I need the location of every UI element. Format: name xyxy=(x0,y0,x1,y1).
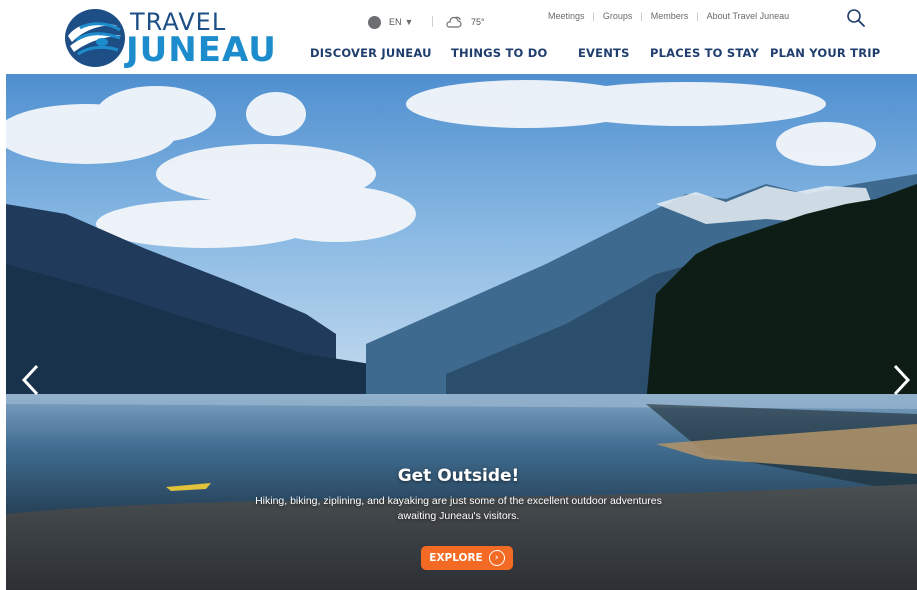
arrow-circle-icon: › xyxy=(488,550,505,566)
nav-places-to-stay[interactable]: PLACES TO STAY xyxy=(650,46,759,60)
explore-button[interactable]: EXPLORE › xyxy=(421,546,513,570)
link-members[interactable]: Members xyxy=(651,11,689,21)
nav-things-to-do[interactable]: THINGS TO DO xyxy=(451,46,547,60)
language-selector[interactable]: EN ▼ xyxy=(368,12,413,32)
nav-discover-juneau[interactable]: DISCOVER JUNEAU xyxy=(310,46,432,60)
temperature-label: 75° xyxy=(471,17,485,27)
link-separator: | xyxy=(640,11,643,21)
weather-widget: 75° xyxy=(446,12,485,32)
nav-events[interactable]: EVENTS xyxy=(578,46,630,60)
nav-plan-your-trip[interactable]: PLAN YOUR TRIP xyxy=(770,46,880,60)
link-about[interactable]: About Travel Juneau xyxy=(707,11,790,21)
hero-description: Hiking, biking, ziplining, and kayaking … xyxy=(255,495,662,522)
link-groups[interactable]: Groups xyxy=(603,11,633,21)
language-label: EN xyxy=(389,17,402,27)
hero-title: Get Outside! xyxy=(397,466,520,486)
hero-caption: Get Outside! Hiking, biking, ziplining, … xyxy=(0,466,917,524)
chevron-left-icon[interactable] xyxy=(20,364,42,396)
search-icon[interactable] xyxy=(846,8,866,28)
chevron-right-icon[interactable] xyxy=(890,364,912,396)
link-separator: | xyxy=(592,11,595,21)
explore-label: EXPLORE xyxy=(429,552,483,564)
globe-icon xyxy=(368,15,381,29)
caret-down-icon: ▼ xyxy=(404,17,414,27)
link-separator: | xyxy=(696,11,699,21)
link-meetings[interactable]: Meetings xyxy=(548,11,585,21)
site-header: TRAVEL JUNEAU EN ▼ 75° Meetings | Groups… xyxy=(0,0,917,74)
utility-links: Meetings | Groups | Members | About Trav… xyxy=(548,11,789,21)
cloud-sun-icon xyxy=(446,16,462,28)
utility-divider xyxy=(432,16,433,27)
main-nav: DISCOVER JUNEAU THINGS TO DO EVENTS PLAC… xyxy=(0,46,917,66)
